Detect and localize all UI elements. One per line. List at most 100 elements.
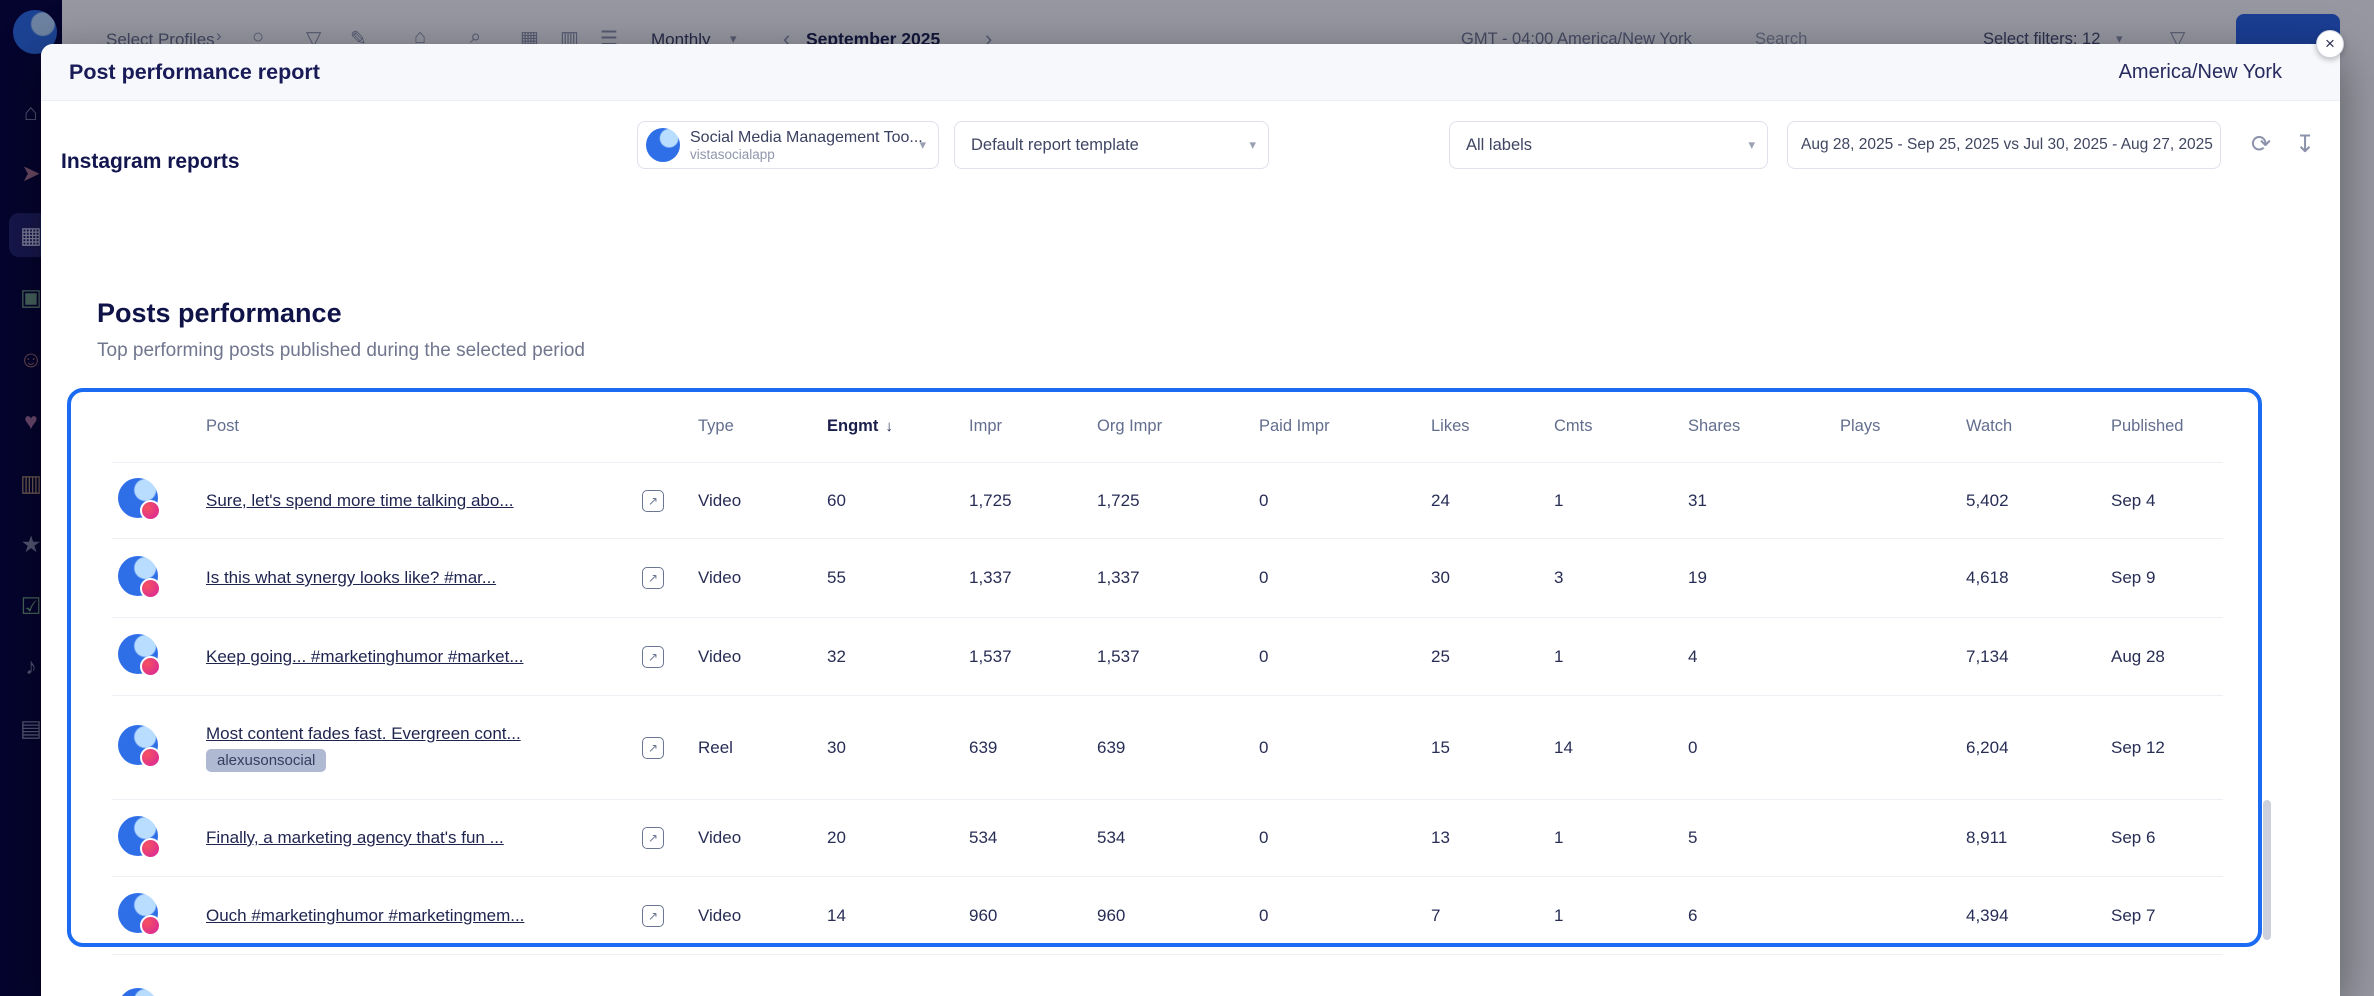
external-link-icon[interactable]: ↗ bbox=[642, 827, 664, 849]
profile-avatar bbox=[118, 478, 158, 518]
report-title: Posts performance bbox=[97, 298, 342, 329]
cell-published: Sep 6 bbox=[2111, 828, 2223, 848]
cell-engmt: 14 bbox=[827, 906, 969, 926]
cell-published: Sep 9 bbox=[2111, 568, 2223, 588]
labels-select[interactable]: All labels ▾ bbox=[1449, 121, 1768, 169]
cell-likes: 30 bbox=[1431, 568, 1554, 588]
post-link[interactable]: Most content fades fast. Evergreen cont.… bbox=[206, 724, 521, 744]
template-value: Default report template bbox=[971, 136, 1139, 155]
table-header-row: Post Type Engmt↓ Impr Org Impr Paid Impr… bbox=[112, 390, 2223, 463]
col-impr[interactable]: Impr bbox=[969, 417, 1097, 436]
cell-shares: 31 bbox=[1688, 491, 1840, 511]
col-type[interactable]: Type bbox=[698, 417, 827, 436]
col-org-impr[interactable]: Org Impr bbox=[1097, 417, 1259, 436]
instagram-badge-icon bbox=[140, 915, 161, 936]
cell-cmts: 14 bbox=[1554, 738, 1688, 758]
table-row[interactable]: Finally, a marketing agency that's fun .… bbox=[112, 800, 2223, 877]
col-paid-impr[interactable]: Paid Impr bbox=[1259, 417, 1431, 436]
cell-impr: 1,725 bbox=[969, 491, 1097, 511]
external-link-icon[interactable]: ↗ bbox=[642, 646, 664, 668]
col-post[interactable]: Post bbox=[206, 417, 642, 436]
modal-header: Post performance report America/New York bbox=[41, 44, 2340, 101]
cell-impr: 1,337 bbox=[969, 568, 1097, 588]
cell-paid-impr: 0 bbox=[1259, 491, 1431, 511]
screen: ⌂ ➤ ▦ ▣ ☺ ♥ ▥ ★ ☑ ♪ ▤ Select Profiles › … bbox=[0, 0, 2374, 996]
cell-org-impr: 1,725 bbox=[1097, 491, 1259, 511]
profile-avatar bbox=[118, 634, 158, 674]
col-engmt[interactable]: Engmt↓ bbox=[827, 417, 969, 436]
cell-paid-impr: 0 bbox=[1259, 906, 1431, 926]
post-link[interactable]: Is this what synergy looks like? #mar... bbox=[206, 568, 496, 588]
col-shares[interactable]: Shares bbox=[1688, 417, 1840, 436]
cell-watch: 8,911 bbox=[1966, 828, 2111, 848]
profile-avatar bbox=[118, 556, 158, 596]
post-link[interactable]: Ouch #marketinghumor #marketingmem... bbox=[206, 906, 524, 926]
cell-org-impr: 1,537 bbox=[1097, 647, 1259, 667]
col-cmts[interactable]: Cmts bbox=[1554, 417, 1688, 436]
table-row[interactable]: Ouch #marketinghumor #marketingmem... ↗ … bbox=[112, 877, 2223, 955]
cell-impr: 534 bbox=[969, 828, 1097, 848]
col-watch[interactable]: Watch bbox=[1966, 417, 2111, 436]
cell-impr: 1,537 bbox=[969, 647, 1097, 667]
external-link-icon[interactable]: ↗ bbox=[642, 490, 664, 512]
cell-cmts: 1 bbox=[1554, 647, 1688, 667]
template-select[interactable]: Default report template ▾ bbox=[954, 121, 1269, 169]
external-link-icon[interactable]: ↗ bbox=[642, 567, 664, 589]
cell-cmts: 1 bbox=[1554, 828, 1688, 848]
section-title: Instagram reports bbox=[61, 150, 240, 174]
cell-cmts: 1 bbox=[1554, 491, 1688, 511]
cell-published: Aug 28 bbox=[2111, 647, 2223, 667]
date-range-select[interactable]: Aug 28, 2025 - Sep 25, 2025 vs Jul 30, 2… bbox=[1787, 121, 2221, 169]
profile-name: Social Media Management Too... bbox=[690, 128, 923, 147]
download-icon[interactable]: ↧ bbox=[2289, 129, 2321, 161]
chevron-down-icon: ▾ bbox=[1748, 137, 1755, 153]
cell-likes: 7 bbox=[1431, 906, 1554, 926]
cell-engmt: 60 bbox=[827, 491, 969, 511]
cell-likes: 13 bbox=[1431, 828, 1554, 848]
cell-type: Video bbox=[698, 906, 827, 926]
profile-avatar bbox=[118, 988, 158, 996]
sort-desc-icon: ↓ bbox=[885, 418, 893, 435]
external-link-icon[interactable]: ↗ bbox=[642, 905, 664, 927]
cell-shares: 19 bbox=[1688, 568, 1840, 588]
profile-handle: vistasocialapp bbox=[690, 147, 923, 163]
post-performance-modal: Post performance report America/New York… bbox=[41, 44, 2340, 996]
cell-watch: 4,394 bbox=[1966, 906, 2111, 926]
instagram-badge-icon bbox=[140, 656, 161, 677]
vertical-scrollbar[interactable] bbox=[2263, 800, 2271, 940]
post-link[interactable]: Keep going... #marketinghumor #market... bbox=[206, 647, 524, 667]
profile-select[interactable]: Social Media Management Too... vistasoci… bbox=[637, 121, 939, 169]
table-row[interactable]: Sure, let's spend more time talking abo.… bbox=[112, 463, 2223, 539]
cell-engmt: 55 bbox=[827, 568, 969, 588]
posts-table: Post Type Engmt↓ Impr Org Impr Paid Impr… bbox=[112, 390, 2223, 996]
cell-published: Sep 12 bbox=[2111, 738, 2223, 758]
external-link-icon[interactable]: ↗ bbox=[642, 737, 664, 759]
col-published[interactable]: Published bbox=[2111, 417, 2223, 436]
cell-shares: 4 bbox=[1688, 647, 1840, 667]
cell-org-impr: 534 bbox=[1097, 828, 1259, 848]
instagram-badge-icon bbox=[140, 500, 161, 521]
post-link[interactable]: Sure, let's spend more time talking abo.… bbox=[206, 491, 514, 511]
close-icon[interactable]: × bbox=[2316, 30, 2344, 58]
modal-timezone: America/New York bbox=[2119, 61, 2282, 84]
table-row[interactable]: No one is going to tell you this... N...… bbox=[112, 955, 2223, 996]
table-row[interactable]: Most content fades fast. Evergreen cont.… bbox=[112, 696, 2223, 800]
table-row[interactable]: Is this what synergy looks like? #mar...… bbox=[112, 539, 2223, 618]
modal-title: Post performance report bbox=[69, 60, 320, 85]
profile-avatar bbox=[118, 893, 158, 933]
cell-type: Reel bbox=[698, 738, 827, 758]
cell-paid-impr: 0 bbox=[1259, 647, 1431, 667]
cell-watch: 5,402 bbox=[1966, 491, 2111, 511]
instagram-badge-icon bbox=[140, 747, 161, 768]
post-link[interactable]: Finally, a marketing agency that's fun .… bbox=[206, 828, 504, 848]
instagram-badge-icon bbox=[140, 578, 161, 599]
cell-impr: 639 bbox=[969, 738, 1097, 758]
refresh-icon[interactable]: ⟳ bbox=[2245, 129, 2277, 161]
col-likes[interactable]: Likes bbox=[1431, 417, 1554, 436]
cell-shares: 0 bbox=[1688, 738, 1840, 758]
col-plays[interactable]: Plays bbox=[1840, 417, 1966, 436]
cell-org-impr: 960 bbox=[1097, 906, 1259, 926]
report-subtitle: Top performing posts published during th… bbox=[97, 340, 585, 362]
cell-org-impr: 639 bbox=[1097, 738, 1259, 758]
table-row[interactable]: Keep going... #marketinghumor #market...… bbox=[112, 618, 2223, 696]
